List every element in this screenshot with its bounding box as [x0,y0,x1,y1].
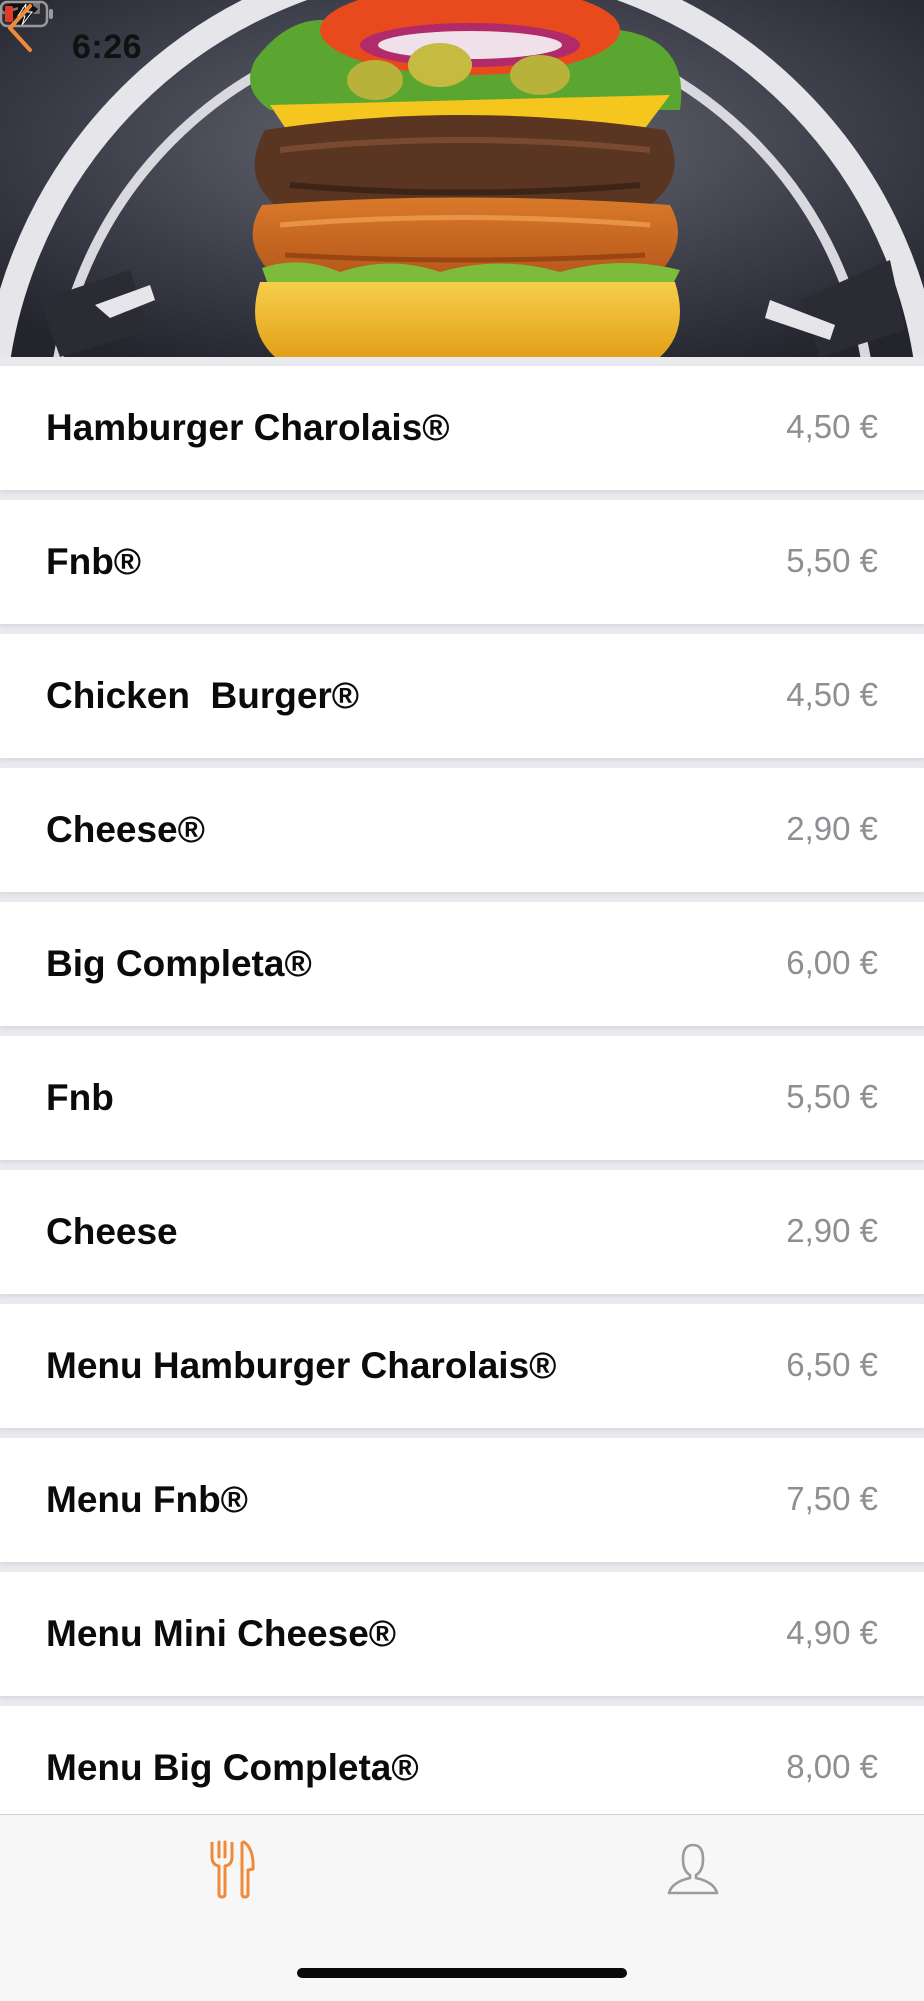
header-image: 6:26 [0,0,924,357]
user-icon[interactable] [666,1841,720,1897]
item-name: Menu Mini Cheese® [46,1613,397,1654]
item-name: Cheese® [46,809,205,850]
list-item[interactable]: Cheese® 2,90 € [0,768,924,892]
list-item[interactable]: Big Completa® 6,00 € [0,902,924,1026]
back-chevron-icon[interactable] [0,0,40,56]
list-item[interactable]: Menu Fnb® 7,50 € [0,1438,924,1562]
list-item[interactable]: Fnb 5,50 € [0,1036,924,1160]
item-name: Menu Hamburger Charolais® [46,1345,557,1386]
list-item[interactable]: Hamburger Charolais® 4,50 € [0,366,924,490]
item-name: Fnb [46,1077,114,1118]
status-time: 6:26 [72,28,143,66]
item-price: 6,50 € [786,1346,878,1383]
item-price: 2,90 € [786,810,878,847]
item-price: 5,50 € [786,1078,878,1115]
item-price: 4,50 € [786,408,878,445]
list-item[interactable]: Menu Mini Cheese® 4,90 € [0,1572,924,1696]
item-name: Cheese [46,1211,178,1252]
item-name: Menu Fnb® [46,1479,248,1520]
item-price: 2,90 € [786,1212,878,1249]
item-price: 6,00 € [786,944,878,981]
item-name: Fnb® [46,541,142,582]
item-name: Menu Big Completa® [46,1747,419,1788]
item-price: 4,90 € [786,1614,878,1651]
fork-knife-icon[interactable] [206,1839,258,1899]
menu-list: Hamburger Charolais® 4,50 € Fnb® 5,50 € … [0,366,924,1840]
item-price: 8,00 € [786,1748,878,1785]
item-name: Hamburger Charolais® [46,407,450,448]
item-price: 5,50 € [786,542,878,579]
item-name: Big Completa® [46,943,312,984]
home-indicator[interactable] [297,1968,627,1978]
item-price: 7,50 € [786,1480,878,1517]
list-item[interactable]: Cheese 2,90 € [0,1170,924,1294]
item-name: Chicken Burger® [46,675,360,716]
item-price: 4,50 € [786,676,878,713]
list-item[interactable]: Chicken Burger® 4,50 € [0,634,924,758]
list-item[interactable]: Fnb® 5,50 € [0,500,924,624]
status-bar: 6:26 [0,0,924,100]
list-item[interactable]: Menu Big Completa® 8,00 € [0,1706,924,1830]
list-item[interactable]: Menu Hamburger Charolais® 6,50 € [0,1304,924,1428]
